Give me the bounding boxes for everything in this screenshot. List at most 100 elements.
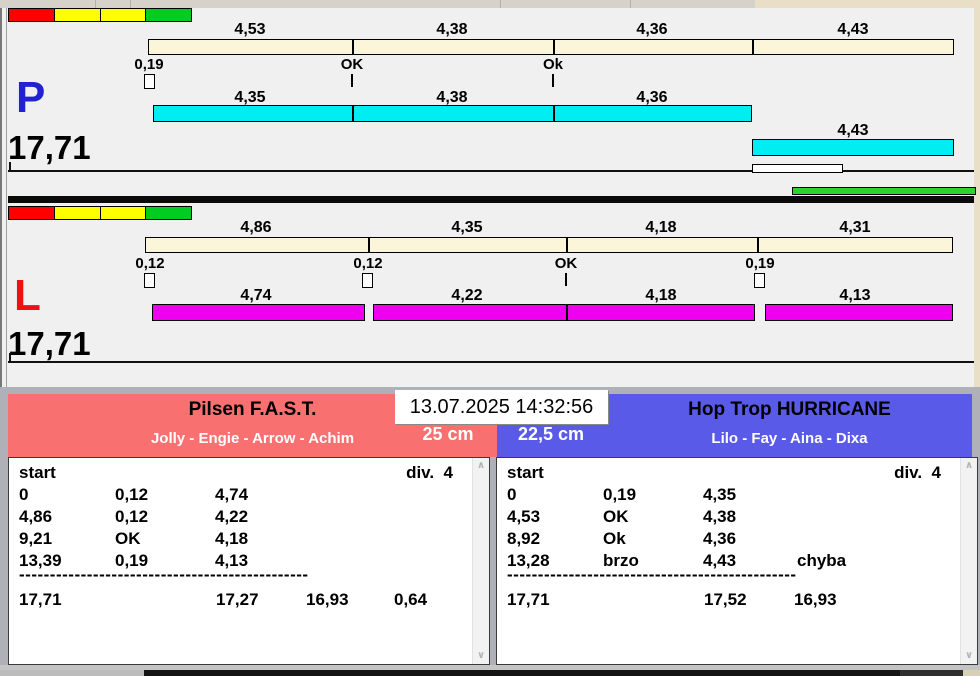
start-label: start <box>19 463 56 482</box>
dog-time-bar <box>152 304 365 321</box>
change-mark-label: 0,12 <box>135 255 165 272</box>
change-mark-box <box>362 273 373 288</box>
dog-time-bar-offset <box>752 139 954 156</box>
totals-separator: ----------------------------------------… <box>507 565 797 584</box>
scroll-down-icon[interactable]: ∨ <box>473 651 489 661</box>
dog-bar-tick <box>352 106 354 121</box>
lane-total-l: 17,71 <box>8 325 91 362</box>
totals-separator: ----------------------------------------… <box>19 565 309 584</box>
strip-divider <box>95 0 96 8</box>
table-cell: Ok <box>603 529 626 548</box>
table-cell: 0 <box>507 485 517 504</box>
taskbar-segment <box>144 670 900 676</box>
vertical-scrollbar[interactable]: ∧ ∨ <box>472 458 489 664</box>
split-time-label: 4,86 <box>240 219 272 236</box>
groundline <box>8 361 974 363</box>
jump-height-left: 25 cm <box>422 424 474 444</box>
table-cell: 4,43 <box>703 551 737 570</box>
table-cell: chyba <box>797 551 847 570</box>
results-panel-left: start div. 4 ---------------------------… <box>8 457 490 665</box>
table-cell: 0,12 <box>115 485 149 504</box>
split-tick <box>757 238 759 252</box>
table-cell: 4,13 <box>215 551 249 570</box>
dog-time-label: 4,35 <box>234 89 266 106</box>
start-lights <box>8 8 192 22</box>
change-mark-label: 0,12 <box>353 255 383 272</box>
start-label: start <box>507 463 544 482</box>
red-light <box>8 8 55 22</box>
strip-divider <box>500 0 501 8</box>
table-cell: 4,35 <box>703 485 737 504</box>
window-left-border-inner <box>6 8 7 387</box>
dog-time-bar <box>765 304 953 321</box>
strip-divider <box>130 0 131 8</box>
dog-time-label: 4,22 <box>451 287 483 304</box>
early-pass-marker-box <box>752 164 843 173</box>
division-label: div. 4 <box>406 463 453 482</box>
yellow-light <box>99 8 147 22</box>
vertical-scrollbar[interactable]: ∧ ∨ <box>960 458 977 664</box>
dog-time-label: 4,13 <box>839 287 871 304</box>
yellow-light <box>53 8 101 22</box>
table-cell: OK <box>115 529 141 548</box>
dog-time-bar <box>373 304 755 321</box>
table-cell: 0,12 <box>115 507 149 526</box>
split-tick <box>553 40 555 54</box>
split-tick <box>368 238 370 252</box>
lane-divider <box>8 196 974 203</box>
red-light <box>8 206 55 220</box>
change-mark-label: OK <box>340 56 364 73</box>
team-dogs: Jolly - Engie - Arrow - Achim <box>150 430 355 447</box>
table-cell: brzo <box>603 551 639 570</box>
table-cell: 13,28 <box>507 551 550 570</box>
table-cell: 4,36 <box>703 529 737 548</box>
dog-time-label: 4,18 <box>645 287 677 304</box>
change-mark-label: OK <box>554 255 578 272</box>
split-tick <box>352 40 354 54</box>
table-cell: 4,53 <box>507 507 541 526</box>
groundline-start-tick <box>9 162 11 170</box>
background-window-right-edge <box>974 8 980 387</box>
results-panel-right: start div. 4 ---------------------------… <box>496 457 978 665</box>
groundline-start-tick <box>9 353 11 361</box>
flyball-timing-window: 4,53 4,38 4,36 4,43 0,19 OK Ok 4,35 4,38… <box>0 0 980 676</box>
jump-height-right: 22,5 cm <box>517 424 585 444</box>
change-mark-label: Ok <box>542 56 564 73</box>
table-cell: 4,74 <box>215 485 249 504</box>
split-bar <box>148 39 954 55</box>
table-cell: 4,22 <box>215 507 249 526</box>
team-name: Hop Trop HURRICANE <box>688 399 891 420</box>
split-tick <box>752 40 754 54</box>
scroll-down-icon[interactable]: ∨ <box>961 651 977 661</box>
dog-time-label: 4,43 <box>837 122 869 139</box>
strip-divider <box>630 0 631 8</box>
dog-bar-tick <box>553 106 555 121</box>
split-time-label: 4,36 <box>636 21 668 38</box>
yellow-light <box>99 206 147 220</box>
table-cell: 13,39 <box>19 551 62 570</box>
scroll-up-icon[interactable]: ∧ <box>473 461 489 471</box>
taskbar-segment <box>900 670 963 676</box>
team-dogs: Lilo - Fay - Aina - Dixa <box>711 430 868 447</box>
change-mark-box <box>754 273 765 288</box>
start-lights <box>8 206 192 220</box>
split-time-label: 4,31 <box>839 219 871 236</box>
change-mark-tick <box>552 74 554 87</box>
change-mark-label: 0,19 <box>134 56 164 73</box>
scroll-up-icon[interactable]: ∧ <box>961 461 977 471</box>
table-cell: 16,93 <box>794 590 837 609</box>
split-bar <box>145 237 953 253</box>
table-cell: 17,71 <box>19 590 62 609</box>
split-time-label: 4,53 <box>234 21 266 38</box>
progress-bar-green <box>792 187 976 195</box>
table-cell: 4,38 <box>703 507 737 526</box>
split-tick <box>566 238 568 252</box>
change-mark-box <box>144 74 155 89</box>
dog-time-label: 4,38 <box>436 89 468 106</box>
window-left-border <box>0 8 2 387</box>
dog-bar-tick <box>566 305 568 320</box>
table-cell: 17,27 <box>216 590 259 609</box>
change-mark-tick <box>565 273 567 286</box>
table-cell: 0,64 <box>394 590 428 609</box>
table-cell: 9,21 <box>19 529 53 548</box>
